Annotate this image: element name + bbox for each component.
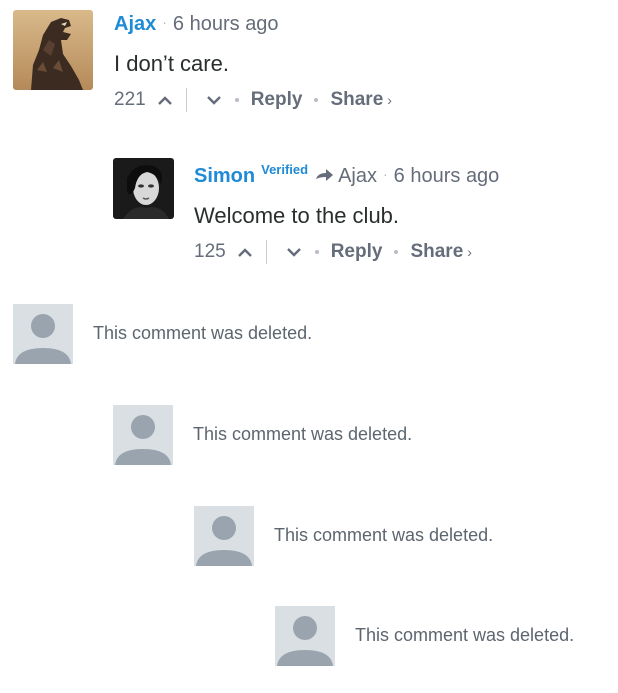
- godzilla-avatar-icon: [13, 10, 93, 90]
- avatar[interactable]: [13, 10, 93, 90]
- timestamp[interactable]: 6 hours ago: [394, 165, 500, 187]
- reply-button[interactable]: Reply: [251, 88, 303, 112]
- downvote-icon[interactable]: [285, 245, 303, 259]
- deleted-message: This comment was deleted.: [274, 525, 494, 545]
- share-button[interactable]: Share: [410, 240, 463, 264]
- upvote-icon[interactable]: [156, 93, 174, 107]
- author-name[interactable]: Simon: [194, 165, 255, 187]
- separator-dot: [314, 250, 319, 254]
- verified-badge: Verified: [261, 162, 309, 177]
- separator-dot: [234, 98, 239, 102]
- reply-button[interactable]: Reply: [331, 240, 383, 264]
- deleted-message: This comment was deleted.: [93, 323, 313, 343]
- deleted-comment: This comment was deleted.: [275, 606, 615, 668]
- deleted-comment: This comment was deleted.: [113, 405, 513, 467]
- deleted-message: This comment was deleted.: [193, 424, 413, 444]
- placeholder-avatar-icon: [13, 304, 73, 364]
- share-chevron-icon: ›: [387, 92, 392, 108]
- timestamp[interactable]: 6 hours ago: [173, 13, 279, 35]
- separator-dot: ·: [162, 14, 167, 30]
- share-chevron-icon: ›: [467, 244, 472, 260]
- parent-author-link[interactable]: Ajax: [338, 165, 377, 187]
- upvote-icon[interactable]: [236, 245, 254, 259]
- comment-ajax: Ajax · 6 hours ago I don’t care. 221 Reply…: [13, 10, 613, 130]
- separator-dot: ·: [383, 166, 388, 182]
- reply-arrow-icon: [314, 167, 334, 183]
- deleted-message: This comment was deleted.: [355, 625, 575, 645]
- placeholder-avatar-icon: [275, 606, 335, 666]
- author-name[interactable]: Ajax: [114, 13, 156, 35]
- placeholder-avatar-icon: [113, 405, 173, 465]
- comment-header: Simon Verified Ajax · 6 hours ago: [194, 158, 609, 188]
- comment-footer: 221 Reply Share ›: [114, 88, 609, 112]
- share-button[interactable]: Share: [330, 88, 383, 112]
- vote-count: 221: [114, 89, 146, 110]
- separator-dot: [314, 98, 319, 102]
- placeholder-avatar-icon: [194, 506, 254, 566]
- separator-dot: [394, 250, 399, 254]
- deleted-comment: This comment was deleted.: [194, 506, 594, 568]
- comment-footer: 125 Reply Share ›: [194, 240, 609, 264]
- comment-message: Welcome to the club.: [194, 203, 400, 228]
- downvote-icon[interactable]: [205, 93, 223, 107]
- comment-header: Ajax · 6 hours ago: [114, 10, 609, 36]
- avatar[interactable]: [113, 158, 174, 219]
- deleted-comment: This comment was deleted.: [13, 304, 413, 366]
- comment-message: I don’t care.: [114, 51, 229, 76]
- vote-divider: [265, 240, 267, 264]
- vote-count: 125: [194, 241, 226, 262]
- comment-simon: Simon Verified Ajax · 6 hours ago Welcome to…: [113, 158, 613, 268]
- vote-divider: [185, 88, 187, 112]
- portrait-avatar-icon: [113, 158, 174, 219]
